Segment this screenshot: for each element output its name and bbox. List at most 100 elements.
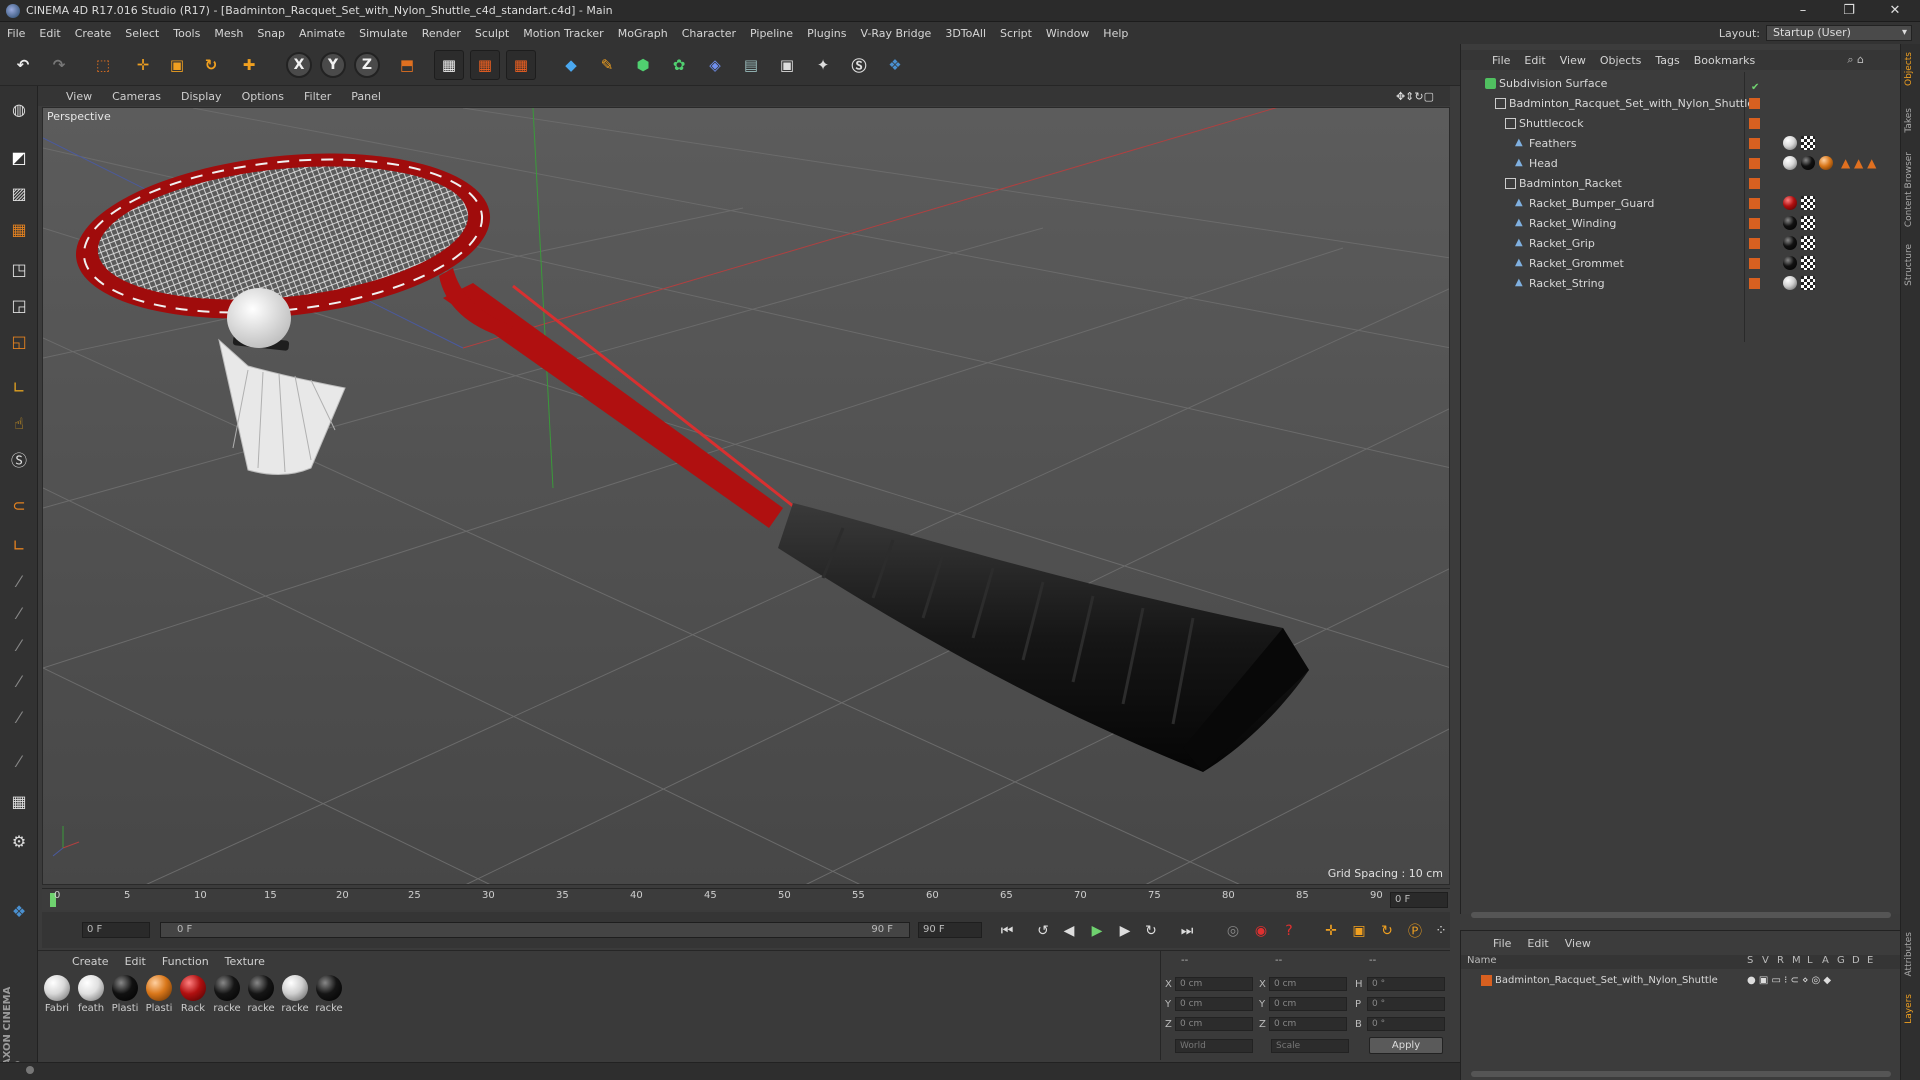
- tab-content-browser[interactable]: Content Browser: [1904, 152, 1914, 227]
- uvw-tag-icon[interactable]: [1801, 236, 1815, 250]
- transform-icon[interactable]: ✚: [234, 50, 264, 80]
- z-axis-lock-icon[interactable]: Z: [354, 52, 380, 78]
- menu-sculpt[interactable]: Sculpt: [468, 27, 516, 40]
- obj-menu-file[interactable]: File: [1485, 54, 1517, 67]
- material-swatch[interactable]: Plasti: [144, 975, 174, 1014]
- material-swatch[interactable]: Rack: [178, 975, 208, 1014]
- key-parameter-icon[interactable]: Ⓟ: [1404, 920, 1426, 942]
- column-solo[interactable]: S: [1747, 955, 1753, 966]
- column-name[interactable]: Name: [1467, 955, 1497, 966]
- go-to-end-icon[interactable]: ⏭: [1176, 920, 1198, 942]
- restore-button[interactable]: ❐: [1826, 0, 1872, 22]
- tree-row-racket-grommet[interactable]: ▲ Racket_Grommet: [1461, 254, 1901, 273]
- column-animation[interactable]: A: [1822, 955, 1829, 966]
- layer-menu-edit[interactable]: Edit: [1519, 937, 1556, 950]
- extrude-icon[interactable]: ⁄: [4, 630, 34, 660]
- y-axis-lock-icon[interactable]: Y: [320, 52, 346, 78]
- menu-create[interactable]: Create: [68, 27, 119, 40]
- subdivision-surface-icon[interactable]: ⬢: [628, 50, 658, 80]
- smooth-icon[interactable]: ⁄: [4, 702, 34, 732]
- tree-row-racket-string[interactable]: ▲ Racket_String: [1461, 274, 1901, 293]
- menu-select[interactable]: Select: [118, 27, 166, 40]
- next-frame-icon[interactable]: ▶: [1114, 920, 1136, 942]
- column-expressions[interactable]: E: [1867, 955, 1873, 966]
- polygons-mode-icon[interactable]: ◱: [4, 326, 34, 356]
- material-swatch[interactable]: feath: [76, 975, 106, 1014]
- autokey-icon[interactable]: ◉: [1250, 920, 1272, 942]
- keyframe-selection-icon[interactable]: ?: [1278, 920, 1300, 942]
- preview-range-slider[interactable]: 0 F 90 F: [160, 922, 910, 938]
- make-editable-icon[interactable]: ◍: [4, 94, 34, 124]
- texture-mode-icon[interactable]: ▨: [4, 178, 34, 208]
- apply-button[interactable]: Apply: [1369, 1037, 1443, 1054]
- rotation-b-field[interactable]: 0 °: [1367, 1017, 1445, 1031]
- menu-character[interactable]: Character: [675, 27, 743, 40]
- render-picture-viewer-icon[interactable]: ▦: [470, 50, 500, 80]
- tab-layers[interactable]: Layers: [1904, 994, 1914, 1024]
- tab-attributes[interactable]: Attributes: [1904, 932, 1914, 976]
- position-y-field[interactable]: 0 cm: [1175, 997, 1253, 1011]
- material-tag-icon[interactable]: [1783, 196, 1797, 210]
- horizontal-scrollbar[interactable]: [1471, 912, 1891, 918]
- bridge-icon[interactable]: ⁄: [4, 598, 34, 628]
- render-view-icon[interactable]: ▦: [434, 50, 464, 80]
- uvw-tag-icon[interactable]: [1801, 196, 1815, 210]
- material-tag-icon[interactable]: [1819, 156, 1833, 170]
- menu-plugins[interactable]: Plugins: [800, 27, 853, 40]
- menu-mograph[interactable]: MoGraph: [611, 27, 675, 40]
- tree-row-racquet-set[interactable]: Badminton_Racquet_Set_with_Nylon_Shuttle: [1461, 94, 1901, 113]
- vp-menu-view[interactable]: View: [38, 90, 102, 103]
- obj-menu-edit[interactable]: Edit: [1517, 54, 1552, 67]
- menu-3dtoall[interactable]: 3DToAll: [938, 27, 993, 40]
- obj-menu-view[interactable]: View: [1553, 54, 1593, 67]
- mat-menu-texture[interactable]: Texture: [217, 955, 273, 968]
- menu-script[interactable]: Script: [993, 27, 1039, 40]
- vray-icon[interactable]: Ⓢ: [844, 50, 874, 80]
- timeline-ruler[interactable]: 0 5 10 15 20 25 30 35 40 45 50 55 60 65 …: [42, 888, 1450, 910]
- points-mode-icon[interactable]: ◳: [4, 254, 34, 284]
- column-generators[interactable]: G: [1837, 955, 1845, 966]
- bevel-icon[interactable]: ⁄: [4, 666, 34, 696]
- material-swatch[interactable]: Fabri: [42, 975, 72, 1014]
- end-frame-field[interactable]: 90 F: [918, 922, 982, 938]
- uvw-tag-icon[interactable]: [1801, 276, 1815, 290]
- scale-mode-dropdown[interactable]: Scale: [1271, 1039, 1349, 1053]
- next-key-icon[interactable]: ↻: [1140, 920, 1162, 942]
- coordinate-system-icon[interactable]: ⬒: [392, 50, 422, 80]
- vp-menu-display[interactable]: Display: [171, 90, 232, 103]
- tree-row-racket-grip[interactable]: ▲ Racket_Grip: [1461, 234, 1901, 253]
- material-tag-icon[interactable]: [1783, 216, 1797, 230]
- position-z-field[interactable]: 0 cm: [1175, 1017, 1253, 1031]
- obj-menu-bookmarks[interactable]: Bookmarks: [1687, 54, 1762, 67]
- live-selection-icon[interactable]: ⬚: [88, 50, 118, 80]
- material-swatch[interactable]: Plasti: [110, 975, 140, 1014]
- cube-icon[interactable]: ◆: [556, 50, 586, 80]
- material-tag-icon[interactable]: [1783, 256, 1797, 270]
- record-keys-icon[interactable]: ◎: [1222, 920, 1244, 942]
- vp-menu-panel[interactable]: Panel: [341, 90, 391, 103]
- render-settings-icon[interactable]: ▦: [506, 50, 536, 80]
- menu-edit[interactable]: Edit: [32, 27, 67, 40]
- layer-menu-view[interactable]: View: [1557, 937, 1599, 950]
- layer-flag-icons[interactable]: ● ▣ ▭ ⁝ ⊂ ⋄ ◎ ◆: [1747, 971, 1831, 990]
- selection-tag-icons[interactable]: ▲ ▲ ▲: [1841, 154, 1876, 173]
- tab-objects[interactable]: Objects: [1904, 52, 1914, 86]
- material-swatch[interactable]: racke: [314, 975, 344, 1014]
- tree-row-shuttlecock[interactable]: Shuttlecock: [1461, 114, 1901, 133]
- tree-row-racket-bumper-guard[interactable]: ▲ Racket_Bumper_Guard: [1461, 194, 1901, 213]
- menu-render[interactable]: Render: [415, 27, 468, 40]
- magnet-icon[interactable]: ⊂: [4, 490, 34, 520]
- key-pla-icon[interactable]: ⁘: [1430, 920, 1452, 942]
- grid-snap-icon[interactable]: ▦: [4, 786, 34, 816]
- layer-menu-file[interactable]: File: [1485, 937, 1519, 950]
- material-swatch[interactable]: racke: [212, 975, 242, 1014]
- rotate-icon[interactable]: ↻: [196, 50, 226, 80]
- light-icon[interactable]: ✦: [808, 50, 838, 80]
- size-y-field[interactable]: 0 cm: [1269, 997, 1347, 1011]
- current-frame-field[interactable]: 0 F: [1390, 892, 1448, 908]
- python-icon[interactable]: ❖: [880, 50, 910, 80]
- size-x-field[interactable]: 0 cm: [1269, 977, 1347, 991]
- column-view[interactable]: V: [1762, 955, 1769, 966]
- size-z-field[interactable]: 0 cm: [1269, 1017, 1347, 1031]
- redo-icon[interactable]: ↷: [44, 50, 74, 80]
